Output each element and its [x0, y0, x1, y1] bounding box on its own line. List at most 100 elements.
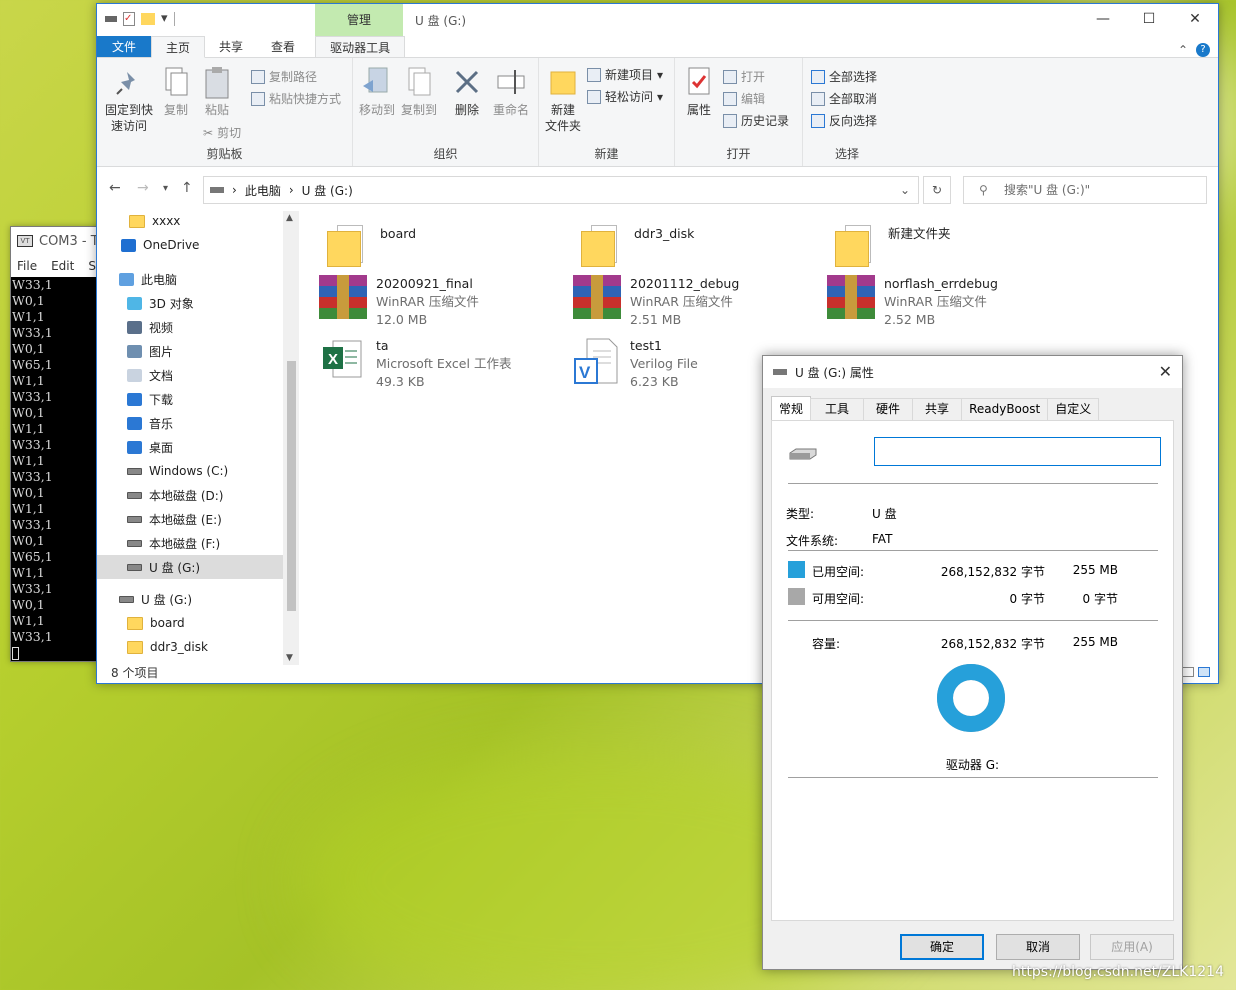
nav-item[interactable]: 桌面	[97, 435, 283, 459]
tab-view[interactable]: 查看	[257, 36, 309, 57]
properties-button[interactable]: 属性	[679, 66, 719, 118]
used-space-swatch	[788, 561, 805, 578]
easy-access-button[interactable]: 轻松访问 ▾	[587, 88, 663, 105]
nav-item[interactable]: ddr3_disk	[97, 635, 283, 659]
nav-item[interactable]: xxxx	[97, 211, 283, 233]
large-icons-view-icon[interactable]	[1198, 667, 1210, 677]
new-item-button[interactable]: 新建项目 ▾	[587, 66, 663, 83]
copy-to-button[interactable]: 复制到	[399, 66, 439, 118]
apply-button[interactable]: 应用(A)	[1090, 934, 1174, 960]
nav-item[interactable]: 下载	[97, 387, 283, 411]
nav-item[interactable]: OneDrive	[97, 233, 283, 257]
properties-qat-icon[interactable]: ✓	[123, 11, 135, 26]
nav-item[interactable]: 本地磁盘 (D:)	[97, 483, 283, 507]
nav-item[interactable]: 文档	[97, 363, 283, 387]
nav-item[interactable]: 3D 对象	[97, 291, 283, 315]
navigation-pane[interactable]: xxxx OneDrive 此电脑 3D 对象 视频 图片 文档 下载 音乐 桌面 Windows …	[97, 211, 299, 665]
file-item[interactable]: Xta Microsoft Excel 工作表 49.3 KB	[319, 337, 511, 391]
scrollbar-thumb[interactable]	[287, 361, 296, 611]
breadcrumb-drive[interactable]: U 盘 (G:)	[302, 182, 353, 199]
file-item[interactable]: ddr3_disk	[581, 225, 694, 267]
select-all-button[interactable]: 全部选择	[811, 68, 877, 85]
tab-sharing[interactable]: 共享	[912, 398, 963, 420]
nav-item[interactable]: 本地磁盘 (E:)	[97, 507, 283, 531]
select-none-button[interactable]: 全部取消	[811, 90, 877, 107]
explorer-titlebar[interactable]: ✓ ▾ 管理 U 盘 (G:) — ☐ ✕	[97, 4, 1218, 36]
tab-customize[interactable]: 自定义	[1047, 398, 1100, 420]
tab-general[interactable]: 常规	[771, 396, 812, 420]
file-type: WinRAR 压缩文件	[630, 294, 733, 309]
minimize-icon[interactable]: —	[1080, 4, 1126, 34]
pin-quick-access-button[interactable]: 固定到快 速访问	[103, 66, 155, 134]
move-to-button[interactable]: 移动到	[357, 66, 397, 118]
up-arrow-icon[interactable]: ↑	[181, 180, 193, 196]
navigation-scrollbar[interactable]: ▲ ▼	[283, 211, 299, 665]
tab-tools[interactable]: 工具	[810, 398, 865, 420]
scroll-down-icon[interactable]: ▼	[286, 653, 293, 663]
tab-hardware[interactable]: 硬件	[863, 398, 914, 420]
tab-share[interactable]: 共享	[205, 36, 257, 57]
copy-button[interactable]: 复制	[157, 66, 195, 118]
invert-selection-icon	[811, 113, 825, 128]
file-name: test1	[630, 338, 662, 353]
tab-home[interactable]: 主页	[151, 36, 206, 58]
details-view-icon[interactable]	[1182, 667, 1194, 677]
file-item[interactable]: 20200921_final WinRAR 压缩文件 12.0 MB	[319, 275, 479, 329]
properties-icon	[683, 66, 715, 98]
nav-item[interactable]: board	[97, 611, 283, 635]
search-input[interactable]: 搜索"U 盘 (G:)"	[963, 176, 1207, 204]
refresh-icon[interactable]: ↻	[923, 176, 951, 204]
nav-item[interactable]: U 盘 (G:)	[97, 555, 283, 579]
open-button[interactable]: 打开	[723, 68, 765, 85]
nav-item[interactable]: 本地磁盘 (F:)	[97, 531, 283, 555]
tab-file[interactable]: 文件	[97, 36, 152, 57]
recent-dropdown-icon[interactable]: ▾	[163, 183, 168, 194]
dialog-titlebar[interactable]: U 盘 (G:) 属性 ✕	[763, 356, 1182, 388]
address-dropdown-icon[interactable]: ⌄	[900, 183, 910, 197]
nav-item[interactable]: 图片	[97, 339, 283, 363]
copy-icon	[160, 66, 192, 98]
terminal-menu-edit[interactable]: Edit	[51, 259, 74, 273]
nav-item[interactable]: 此电脑	[97, 267, 283, 291]
maximize-icon[interactable]: ☐	[1126, 4, 1172, 34]
close-icon[interactable]: ✕	[1172, 4, 1218, 34]
nav-item[interactable]: 音乐	[97, 411, 283, 435]
file-item[interactable]: 新建文件夹	[835, 225, 951, 267]
new-folder-qat-icon[interactable]	[141, 12, 155, 25]
help-icon[interactable]: ?	[1196, 43, 1210, 57]
file-item[interactable]: norflash_errdebug WinRAR 压缩文件 2.52 MB	[827, 275, 998, 329]
forward-arrow-icon[interactable]: →	[137, 180, 149, 196]
file-item[interactable]: Vtest1 Verilog File 6.23 KB	[573, 337, 698, 391]
file-item[interactable]: 20201112_debug WinRAR 压缩文件 2.51 MB	[573, 275, 739, 329]
properties-dialog[interactable]: U 盘 (G:) 属性 ✕ 常规 工具 硬件 共享 ReadyBoost 自定义…	[762, 355, 1183, 970]
dialog-close-icon[interactable]: ✕	[1159, 362, 1172, 381]
paste-shortcut-label: 粘贴快捷方式	[269, 92, 342, 106]
nav-item[interactable]: Windows (C:)	[97, 459, 283, 483]
tab-readyboost[interactable]: ReadyBoost	[961, 398, 1049, 420]
cancel-button[interactable]: 取消	[996, 934, 1080, 960]
qat-dropdown-icon[interactable]: ▾	[161, 11, 168, 26]
tab-drive-tools[interactable]: 驱动器工具	[315, 36, 406, 57]
breadcrumb-separator-icon[interactable]: ›	[289, 183, 294, 197]
volume-label-input[interactable]	[874, 437, 1161, 466]
nav-item[interactable]: 视频	[97, 315, 283, 339]
breadcrumb-this-pc[interactable]: 此电脑	[245, 182, 281, 199]
invert-selection-button[interactable]: 反向选择	[811, 112, 877, 129]
new-folder-button[interactable]: 新建 文件夹	[541, 66, 585, 134]
edit-button[interactable]: 编辑	[723, 90, 765, 107]
cut-button[interactable]: ✂ 剪切	[203, 124, 241, 141]
back-arrow-icon[interactable]: ←	[109, 180, 121, 196]
history-button[interactable]: 历史记录	[723, 112, 789, 129]
copy-path-button[interactable]: 复制路径	[251, 68, 317, 85]
terminal-menu-file[interactable]: File	[17, 259, 37, 273]
paste-shortcut-button[interactable]: 粘贴快捷方式	[251, 90, 341, 107]
scroll-up-icon[interactable]: ▲	[286, 213, 293, 223]
rename-button[interactable]: 重命名	[489, 66, 533, 118]
ok-button[interactable]: 确定	[900, 934, 984, 960]
delete-button[interactable]: 删除	[449, 66, 485, 118]
paste-button[interactable]: 粘贴	[197, 66, 237, 118]
nav-item[interactable]: U 盘 (G:)	[97, 587, 283, 611]
breadcrumb-separator-icon[interactable]: ›	[232, 183, 237, 197]
file-item[interactable]: board	[327, 225, 416, 267]
address-bar[interactable]: › 此电脑 › U 盘 (G:) ⌄	[203, 176, 919, 204]
